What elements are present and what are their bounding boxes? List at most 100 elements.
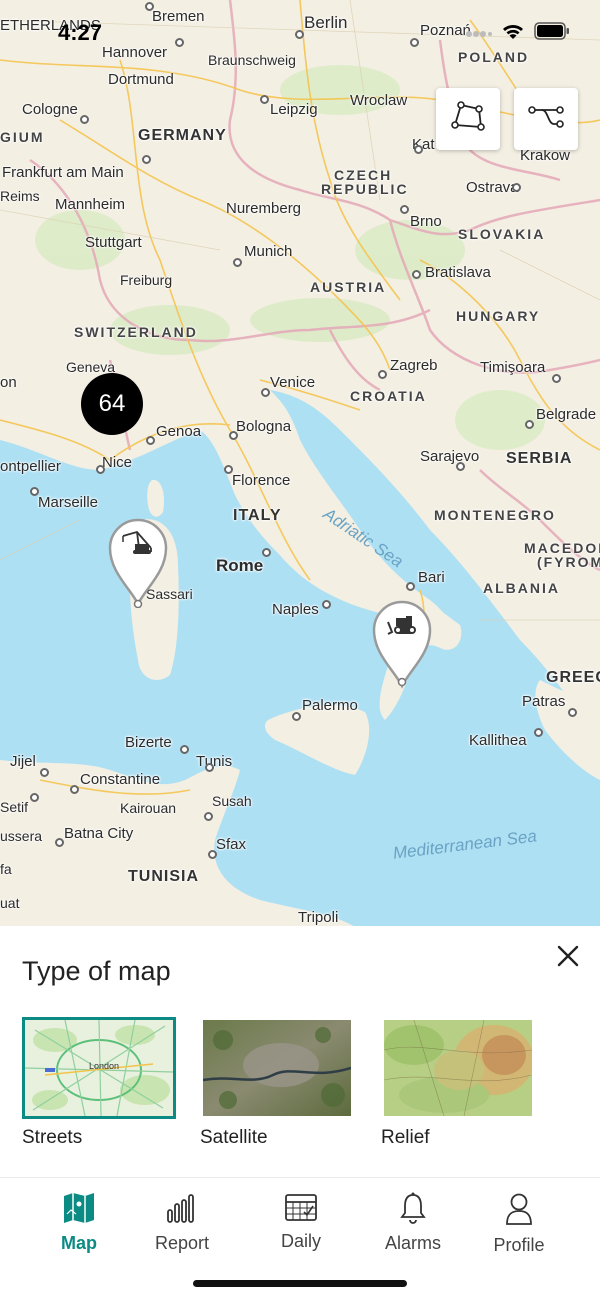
cluster-marker[interactable]: 64 bbox=[81, 373, 143, 435]
map-type-satellite[interactable]: Satellite bbox=[200, 1017, 354, 1149]
map-label-tripoli: Tripoli bbox=[298, 909, 339, 926]
map-label-braunschweig: Braunschweig bbox=[208, 52, 296, 68]
crane-icon bbox=[121, 530, 155, 561]
sheet-title: Type of map bbox=[22, 956, 171, 986]
map-label-rome: Rome bbox=[216, 556, 264, 575]
map-label-bari: Bari bbox=[418, 569, 445, 586]
battery-icon bbox=[534, 22, 570, 45]
city-dot bbox=[552, 374, 561, 383]
map-label-bratislava: Bratislava bbox=[425, 264, 491, 281]
status-icons bbox=[466, 22, 570, 45]
crane-pin[interactable] bbox=[108, 516, 168, 609]
map-label-palermo: Palermo bbox=[302, 697, 358, 714]
map-label-zagreb: Zagreb bbox=[390, 357, 438, 374]
city-dot bbox=[40, 768, 49, 777]
city-dot bbox=[145, 2, 154, 11]
route-tool-button[interactable] bbox=[514, 88, 578, 150]
city-dot bbox=[260, 95, 269, 104]
city-dot bbox=[534, 728, 543, 737]
map-label-greece: GREEC bbox=[546, 669, 600, 686]
map-icon bbox=[62, 1193, 96, 1228]
tab-daily[interactable]: Daily bbox=[251, 1192, 351, 1252]
map-view[interactable]: ETHERLANDS Bremen Berlin Poznań POLAND H… bbox=[0, 0, 600, 930]
city-dot bbox=[233, 258, 242, 267]
close-sheet-button[interactable] bbox=[552, 942, 584, 974]
map-label-czech: CZECH bbox=[334, 167, 393, 183]
map-label-republic: REPUBLIC bbox=[321, 181, 409, 197]
city-dot bbox=[412, 270, 421, 279]
map-label-kallithea: Kallithea bbox=[469, 732, 527, 749]
signal-dots-icon bbox=[466, 25, 492, 43]
map-type-relief[interactable]: Relief bbox=[381, 1017, 535, 1149]
city-dot bbox=[70, 785, 79, 794]
map-label-tunisia: TUNISIA bbox=[128, 868, 199, 885]
map-label-slovakia: SLOVAKIA bbox=[458, 226, 546, 242]
city-dot bbox=[224, 465, 233, 474]
tab-profile[interactable]: Profile bbox=[469, 1192, 569, 1256]
map-label-marseille: Marseille bbox=[38, 494, 99, 511]
map-label-freiburg: Freiburg bbox=[120, 272, 173, 288]
map-label-poznan: Poznań bbox=[420, 22, 471, 39]
map-label-bologna: Bologna bbox=[236, 418, 292, 435]
streets-thumbnail: London bbox=[22, 1017, 176, 1119]
city-dot bbox=[295, 30, 304, 39]
status-time: 4:27 bbox=[58, 20, 103, 45]
map-label-austria: AUSTRIA bbox=[310, 279, 387, 295]
map-label-hungary: HUNGARY bbox=[456, 308, 541, 324]
close-icon bbox=[557, 945, 579, 972]
map-label-bremen: Bremen bbox=[152, 8, 205, 25]
city-dot bbox=[512, 183, 521, 192]
map-label-venice: Venice bbox=[270, 374, 316, 391]
map-label-frankfurt: Frankfurt am Main bbox=[2, 164, 124, 181]
map-label-setif: Setif bbox=[0, 799, 29, 815]
map-label-mannheim: Mannheim bbox=[55, 196, 126, 213]
city-dot bbox=[414, 145, 423, 154]
map-label-susah: Susah bbox=[212, 793, 252, 809]
map-label-brno: Brno bbox=[410, 213, 442, 230]
tab-label: Profile bbox=[493, 1235, 545, 1255]
city-dot bbox=[180, 745, 189, 754]
map-label-bizerte: Bizerte bbox=[125, 734, 172, 751]
map-type-label: Streets bbox=[22, 1127, 83, 1148]
satellite-thumbnail bbox=[200, 1017, 354, 1119]
bulldozer-icon bbox=[386, 614, 418, 641]
map-label-ostrava: Ostrava bbox=[466, 179, 519, 196]
tab-map[interactable]: Map bbox=[29, 1192, 129, 1254]
map-label-nice: Nice bbox=[102, 454, 133, 471]
bulldozer-pin[interactable] bbox=[372, 598, 432, 690]
map-label-afa: fa bbox=[0, 861, 12, 877]
map-label-lyon: on bbox=[0, 374, 17, 391]
tab-report[interactable]: Report bbox=[132, 1192, 232, 1254]
map-label-wroclaw: Wroclaw bbox=[350, 92, 408, 109]
map-label-biskra: ussera bbox=[0, 828, 43, 844]
map-label-croatia: CROATIA bbox=[350, 388, 427, 404]
city-dot bbox=[456, 462, 465, 471]
city-dot bbox=[322, 600, 331, 609]
tab-label: Report bbox=[154, 1233, 210, 1253]
bell-icon bbox=[400, 1192, 426, 1228]
map-label-jijel: Jijel bbox=[10, 753, 36, 770]
city-dot bbox=[400, 205, 409, 214]
map-label-munich: Munich bbox=[244, 243, 293, 260]
map-label-florence: Florence bbox=[232, 472, 291, 489]
map-label-italy: ITALY bbox=[233, 507, 282, 524]
map-type-streets[interactable]: London Streets bbox=[22, 1017, 176, 1149]
map-label-germany: GERMANY bbox=[138, 127, 227, 144]
map-label-genoa: Genoa bbox=[156, 423, 202, 440]
city-dot bbox=[378, 370, 387, 379]
city-dot bbox=[30, 793, 39, 802]
relief-thumbnail bbox=[381, 1017, 535, 1119]
map-label-timisoara: Timişoara bbox=[480, 359, 546, 376]
map-label-geneva: Geneva bbox=[66, 359, 116, 375]
map-label-patras: Patras bbox=[522, 693, 566, 710]
tab-alarms[interactable]: Alarms bbox=[363, 1192, 463, 1254]
city-dot bbox=[204, 812, 213, 821]
map-label-macedonia: MACEDON bbox=[524, 540, 600, 556]
city-dot bbox=[261, 388, 270, 397]
city-dot bbox=[30, 487, 39, 496]
map-label-montenegro: MONTENEGRO bbox=[434, 507, 556, 523]
polygon-icon bbox=[451, 100, 485, 138]
city-dot bbox=[146, 436, 155, 445]
map-label-fyrom: (FYROM bbox=[537, 554, 600, 570]
polygon-tool-button[interactable] bbox=[436, 88, 500, 150]
